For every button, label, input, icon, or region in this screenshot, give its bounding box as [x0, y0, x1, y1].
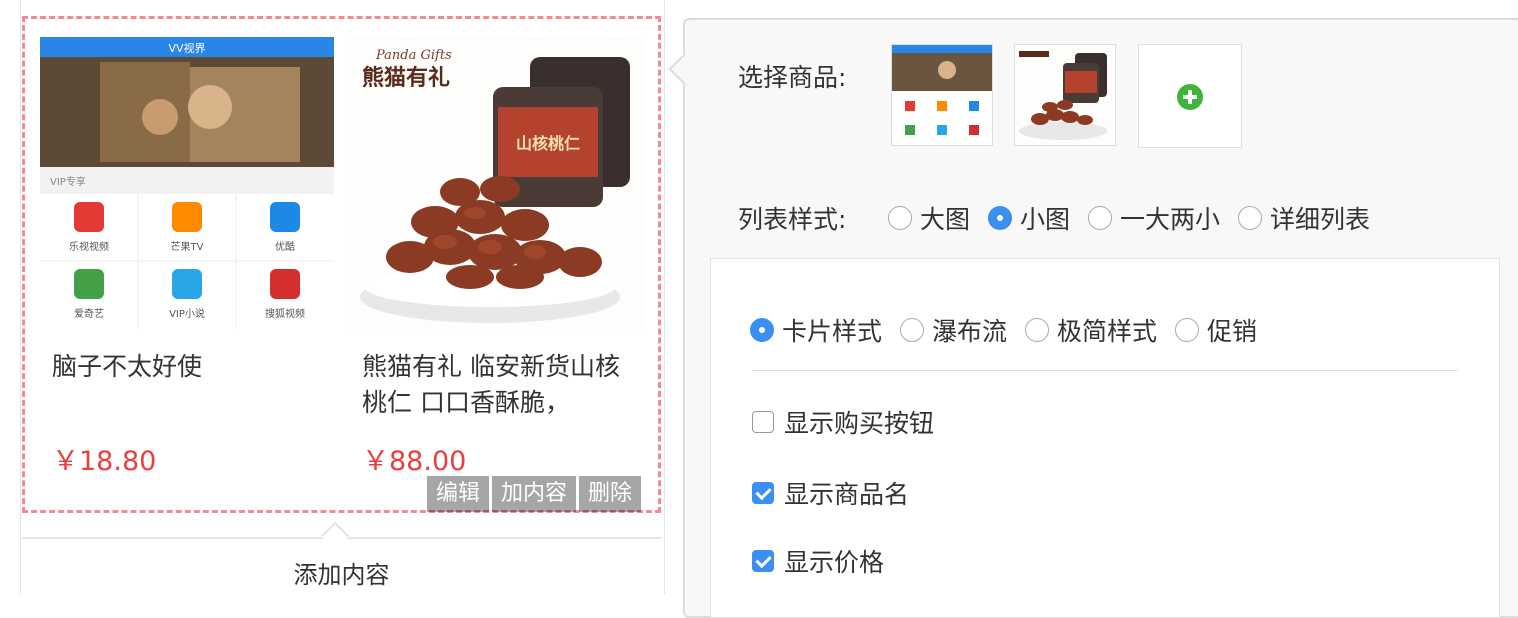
radio-option-small[interactable]: 小图 — [988, 200, 1070, 236]
radio-label: 促销 — [1207, 317, 1258, 346]
app-label: VIP小说 — [169, 307, 205, 320]
brand-en: Panda Gifts — [375, 48, 452, 63]
radio-icon[interactable] — [1088, 206, 1113, 230]
radio-icon[interactable] — [1025, 318, 1050, 342]
checkbox-label: 显示商品名 — [784, 480, 910, 509]
app-icon — [172, 202, 202, 232]
product-image-pecans: Panda Gifts 熊猫有礼 山核桃仁 — [350, 37, 644, 329]
app-label: 芒果TV — [171, 240, 204, 253]
goods-card[interactable]: VV视界 VIP专享 乐视视频 芒果TV 优酷爱奇艺 VIP小说 搜狐视频 脑子不太好使… — [40, 37, 334, 497]
radio-option-promo[interactable]: 促销 — [1175, 312, 1257, 348]
app-icon — [74, 202, 104, 232]
app-label: 爱奇艺 — [74, 307, 104, 320]
selected-goods-thumb[interactable] — [1014, 44, 1116, 146]
product-price: ￥18.80 — [52, 446, 157, 477]
radio-icon[interactable] — [1238, 206, 1263, 230]
goods-cards: VV视界 VIP专享 乐视视频 芒果TV 优酷爱奇艺 VIP小说 搜狐视频 脑子不太好使… — [40, 37, 645, 497]
selected-goods-thumb[interactable] — [891, 44, 993, 146]
radio-label: 详细列表 — [1270, 205, 1371, 234]
radio-label: 卡片样式 — [782, 317, 883, 346]
app-icon — [270, 202, 300, 232]
goods-action-bar: 编辑 加内容 删除 — [427, 476, 642, 512]
plus-circle-icon — [1177, 84, 1203, 110]
product-title: 熊猫有礼 临安新货山核桃仁 口口香酥脆， — [362, 352, 620, 417]
option-show-goods-name[interactable]: 显示商品名 — [752, 475, 909, 511]
checkbox-icon[interactable] — [752, 411, 774, 433]
radio-option-one-big-two-small[interactable]: 一大两小 — [1088, 200, 1220, 236]
option-show-buy-button[interactable]: 显示购买按钮 — [752, 404, 934, 440]
radio-option-detail-list[interactable]: 详细列表 — [1238, 200, 1370, 236]
add-content-inline-button[interactable]: 加内容 — [492, 476, 577, 512]
add-goods-button[interactable] — [1138, 44, 1242, 148]
product-price: ￥88.00 — [362, 446, 467, 477]
product-title: 脑子不太好使 — [52, 352, 203, 381]
card-style-radio-group: 卡片样式 瀑布流 极简样式 促销 — [750, 312, 1275, 348]
radio-label: 极简样式 — [1057, 317, 1158, 346]
list-style-radio-group: 大图 小图 一大两小 详细列表 — [888, 200, 1388, 236]
panel-divider — [752, 370, 1458, 371]
app-icon — [74, 269, 104, 299]
select-goods-label: 选择商品: — [738, 63, 847, 92]
checkbox-checked-icon[interactable] — [752, 550, 774, 572]
product-image-app: VV视界 VIP专享 乐视视频 芒果TV 优酷爱奇艺 VIP小说 搜狐视频 — [40, 37, 334, 329]
app-header-title: VV视界 — [168, 41, 205, 55]
app-label: 优酷 — [275, 240, 295, 253]
delete-button[interactable]: 删除 — [579, 476, 642, 512]
goods-card[interactable]: Panda Gifts 熊猫有礼 山核桃仁 熊猫有礼 临安新货山核桃仁 口口香酥… — [350, 37, 644, 497]
jar-label: 山核桃仁 — [516, 134, 580, 153]
radio-selected-icon[interactable] — [988, 206, 1013, 230]
radio-icon[interactable] — [888, 206, 912, 230]
checkbox-checked-icon[interactable] — [752, 482, 774, 504]
radio-option-large[interactable]: 大图 — [888, 200, 970, 236]
radio-label: 一大两小 — [1120, 205, 1221, 234]
checkbox-label: 显示价格 — [784, 548, 885, 577]
app-icon — [270, 269, 300, 299]
app-label: 乐视视频 — [69, 240, 109, 253]
radio-option-card[interactable]: 卡片样式 — [750, 312, 882, 348]
edit-button[interactable]: 编辑 — [427, 476, 490, 512]
radio-label: 瀑布流 — [932, 317, 1008, 346]
add-content-button[interactable]: 添加内容 — [22, 555, 661, 590]
radio-label: 大图 — [920, 205, 971, 234]
app-label: 搜狐视频 — [265, 307, 305, 320]
vip-section-label: VIP专享 — [50, 175, 86, 188]
radio-label: 小图 — [1020, 205, 1071, 234]
radio-option-minimal[interactable]: 极简样式 — [1025, 312, 1157, 348]
brand-cn: 熊猫有礼 — [362, 65, 450, 91]
option-show-price[interactable]: 显示价格 — [752, 543, 884, 579]
radio-selected-icon[interactable] — [750, 318, 774, 342]
radio-icon[interactable] — [1175, 318, 1200, 342]
list-style-label: 列表样式: — [738, 205, 847, 234]
app-icon — [172, 269, 202, 299]
radio-icon[interactable] — [900, 318, 925, 342]
radio-option-waterfall[interactable]: 瀑布流 — [900, 312, 1007, 348]
checkbox-label: 显示购买按钮 — [784, 409, 935, 438]
